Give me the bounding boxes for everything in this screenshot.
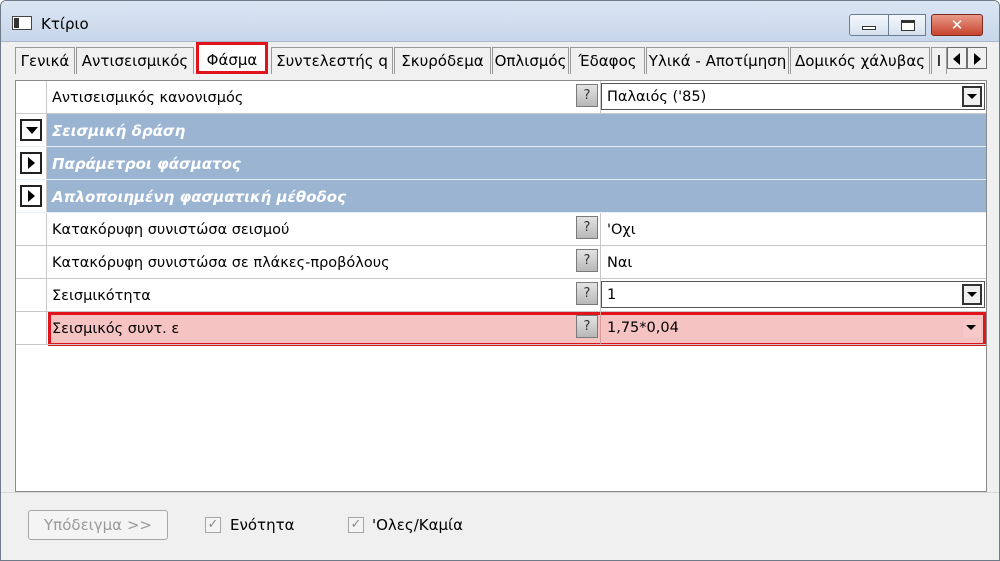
tab-spectrum[interactable]: Φάσμα xyxy=(196,42,268,74)
property-label: Κατακόρυφη συνιστώσα σε πλάκες-προβόλους xyxy=(52,255,390,271)
section-checkbox-label: Ενότητα xyxy=(230,516,295,534)
seismicity-select[interactable]: 1 xyxy=(601,281,985,308)
minimize-icon xyxy=(862,26,876,30)
help-button[interactable]: ? xyxy=(576,249,598,272)
window-title: Κτίριο xyxy=(41,15,89,33)
value-cell[interactable]: Ναι xyxy=(600,246,986,278)
code-select[interactable]: Παλαιός ('85) xyxy=(601,83,985,110)
help-button[interactable]: ? xyxy=(576,315,598,338)
tab-reinforcement[interactable]: Οπλισμός xyxy=(492,47,569,74)
property-label: Αντισεισμικός κανονισμός xyxy=(52,90,244,106)
help-button[interactable]: ? xyxy=(576,216,598,239)
grid-row-code: Αντισεισμικός κανονισμός ? Παλαιός ('85) xyxy=(16,81,986,114)
maximize-icon xyxy=(901,20,915,31)
chevron-down-icon xyxy=(967,94,977,99)
close-icon: ✕ xyxy=(950,16,964,34)
grid-row-vertical-component: Κατακόρυφη συνιστώσα σεισμού ? 'Οχι xyxy=(16,213,986,246)
property-label: Κατακόρυφη συνιστώσα σεισμού xyxy=(52,222,290,238)
arrow-left-icon xyxy=(953,53,960,65)
property-value: Παλαιός ('85) xyxy=(607,89,707,105)
property-value: 1 xyxy=(607,287,617,303)
section-label: Σεισμική δράση xyxy=(52,122,186,140)
property-label: Σεισμικότητα xyxy=(52,288,151,304)
tab-antiseismic[interactable]: Αντισεισμικός xyxy=(76,47,194,74)
minimize-button[interactable] xyxy=(849,14,889,36)
tab-scroll-left-button[interactable] xyxy=(947,47,967,69)
grid-row-seismicity: Σεισμικότητα ? 1 xyxy=(16,279,986,312)
expand-button[interactable] xyxy=(20,185,42,207)
chevron-down-icon xyxy=(966,325,976,330)
close-button[interactable]: ✕ xyxy=(931,14,983,36)
property-label: Σεισμικός συντ. ε xyxy=(52,321,180,337)
triangle-right-icon xyxy=(28,190,35,202)
grid-row-vertical-component-slabs: Κατακόρυφη συνιστώσα σε πλάκες-προβόλους… xyxy=(16,246,986,279)
all-none-checkbox[interactable]: ✓ xyxy=(348,517,364,533)
triangle-down-icon xyxy=(26,127,38,134)
window: Κτίριο ✕ Γενικά Αντισεισμικός Φάσμα Συντ… xyxy=(0,0,1000,561)
property-value: Ναι xyxy=(607,255,633,271)
tab-general[interactable]: Γενικά xyxy=(15,47,75,74)
title-bar: Κτίριο ✕ xyxy=(1,1,999,42)
expand-button[interactable] xyxy=(20,152,42,174)
property-value: 'Οχι xyxy=(607,222,636,238)
section-checkbox[interactable]: ✓ xyxy=(205,517,221,533)
app-icon xyxy=(12,16,32,30)
tab-concrete[interactable]: Σκυρόδεμα xyxy=(394,47,491,74)
section-spectrum-parameters[interactable]: Παράμετροι φάσματος xyxy=(16,147,986,180)
example-button[interactable]: Υπόδειγμα >> xyxy=(28,510,168,540)
chevron-down-icon xyxy=(967,292,977,297)
section-label: Απλοποιημένη φασματική μέθοδος xyxy=(52,188,347,206)
tab-materials-assessment[interactable]: Υλικά - Αποτίμηση xyxy=(646,47,789,74)
tab-overflow[interactable]: Ι xyxy=(931,47,947,74)
grid-row-seismic-coefficient: Σεισμικός συντ. ε ? 1,75*0,04 xyxy=(16,312,986,345)
value-cell[interactable]: 'Οχι xyxy=(600,213,986,245)
collapse-button[interactable] xyxy=(20,119,42,141)
all-none-checkbox-label: 'Ολες/Καμία xyxy=(372,516,464,534)
triangle-right-icon xyxy=(28,157,35,169)
help-button[interactable]: ? xyxy=(576,282,598,305)
dropdown-button[interactable] xyxy=(962,318,982,339)
section-label: Παράμετροι φάσματος xyxy=(52,155,241,173)
seismic-coefficient-select[interactable]: 1,75*0,04 xyxy=(600,312,986,344)
dropdown-button[interactable] xyxy=(962,86,982,107)
property-value: 1,75*0,04 xyxy=(607,320,679,336)
tab-scroll-right-button[interactable] xyxy=(967,47,987,69)
tab-soil[interactable]: Έδαφος xyxy=(570,47,645,74)
tab-strip: Γενικά Αντισεισμικός Φάσμα Συντελεστής q… xyxy=(15,42,987,74)
maximize-button[interactable] xyxy=(888,14,926,36)
arrow-right-icon xyxy=(974,53,981,65)
section-simplified-spectral-method[interactable]: Απλοποιημένη φασματική μέθοδος xyxy=(16,180,986,213)
section-seismic-action[interactable]: Σεισμική δράση xyxy=(16,114,986,147)
tab-structural-steel[interactable]: Δομικός χάλυβας xyxy=(790,47,930,74)
property-grid: Αντισεισμικός κανονισμός ? Παλαιός ('85)… xyxy=(15,80,987,492)
dropdown-button[interactable] xyxy=(962,284,982,305)
tab-coefficient-q[interactable]: Συντελεστής q xyxy=(271,47,393,74)
help-button[interactable]: ? xyxy=(576,84,598,107)
